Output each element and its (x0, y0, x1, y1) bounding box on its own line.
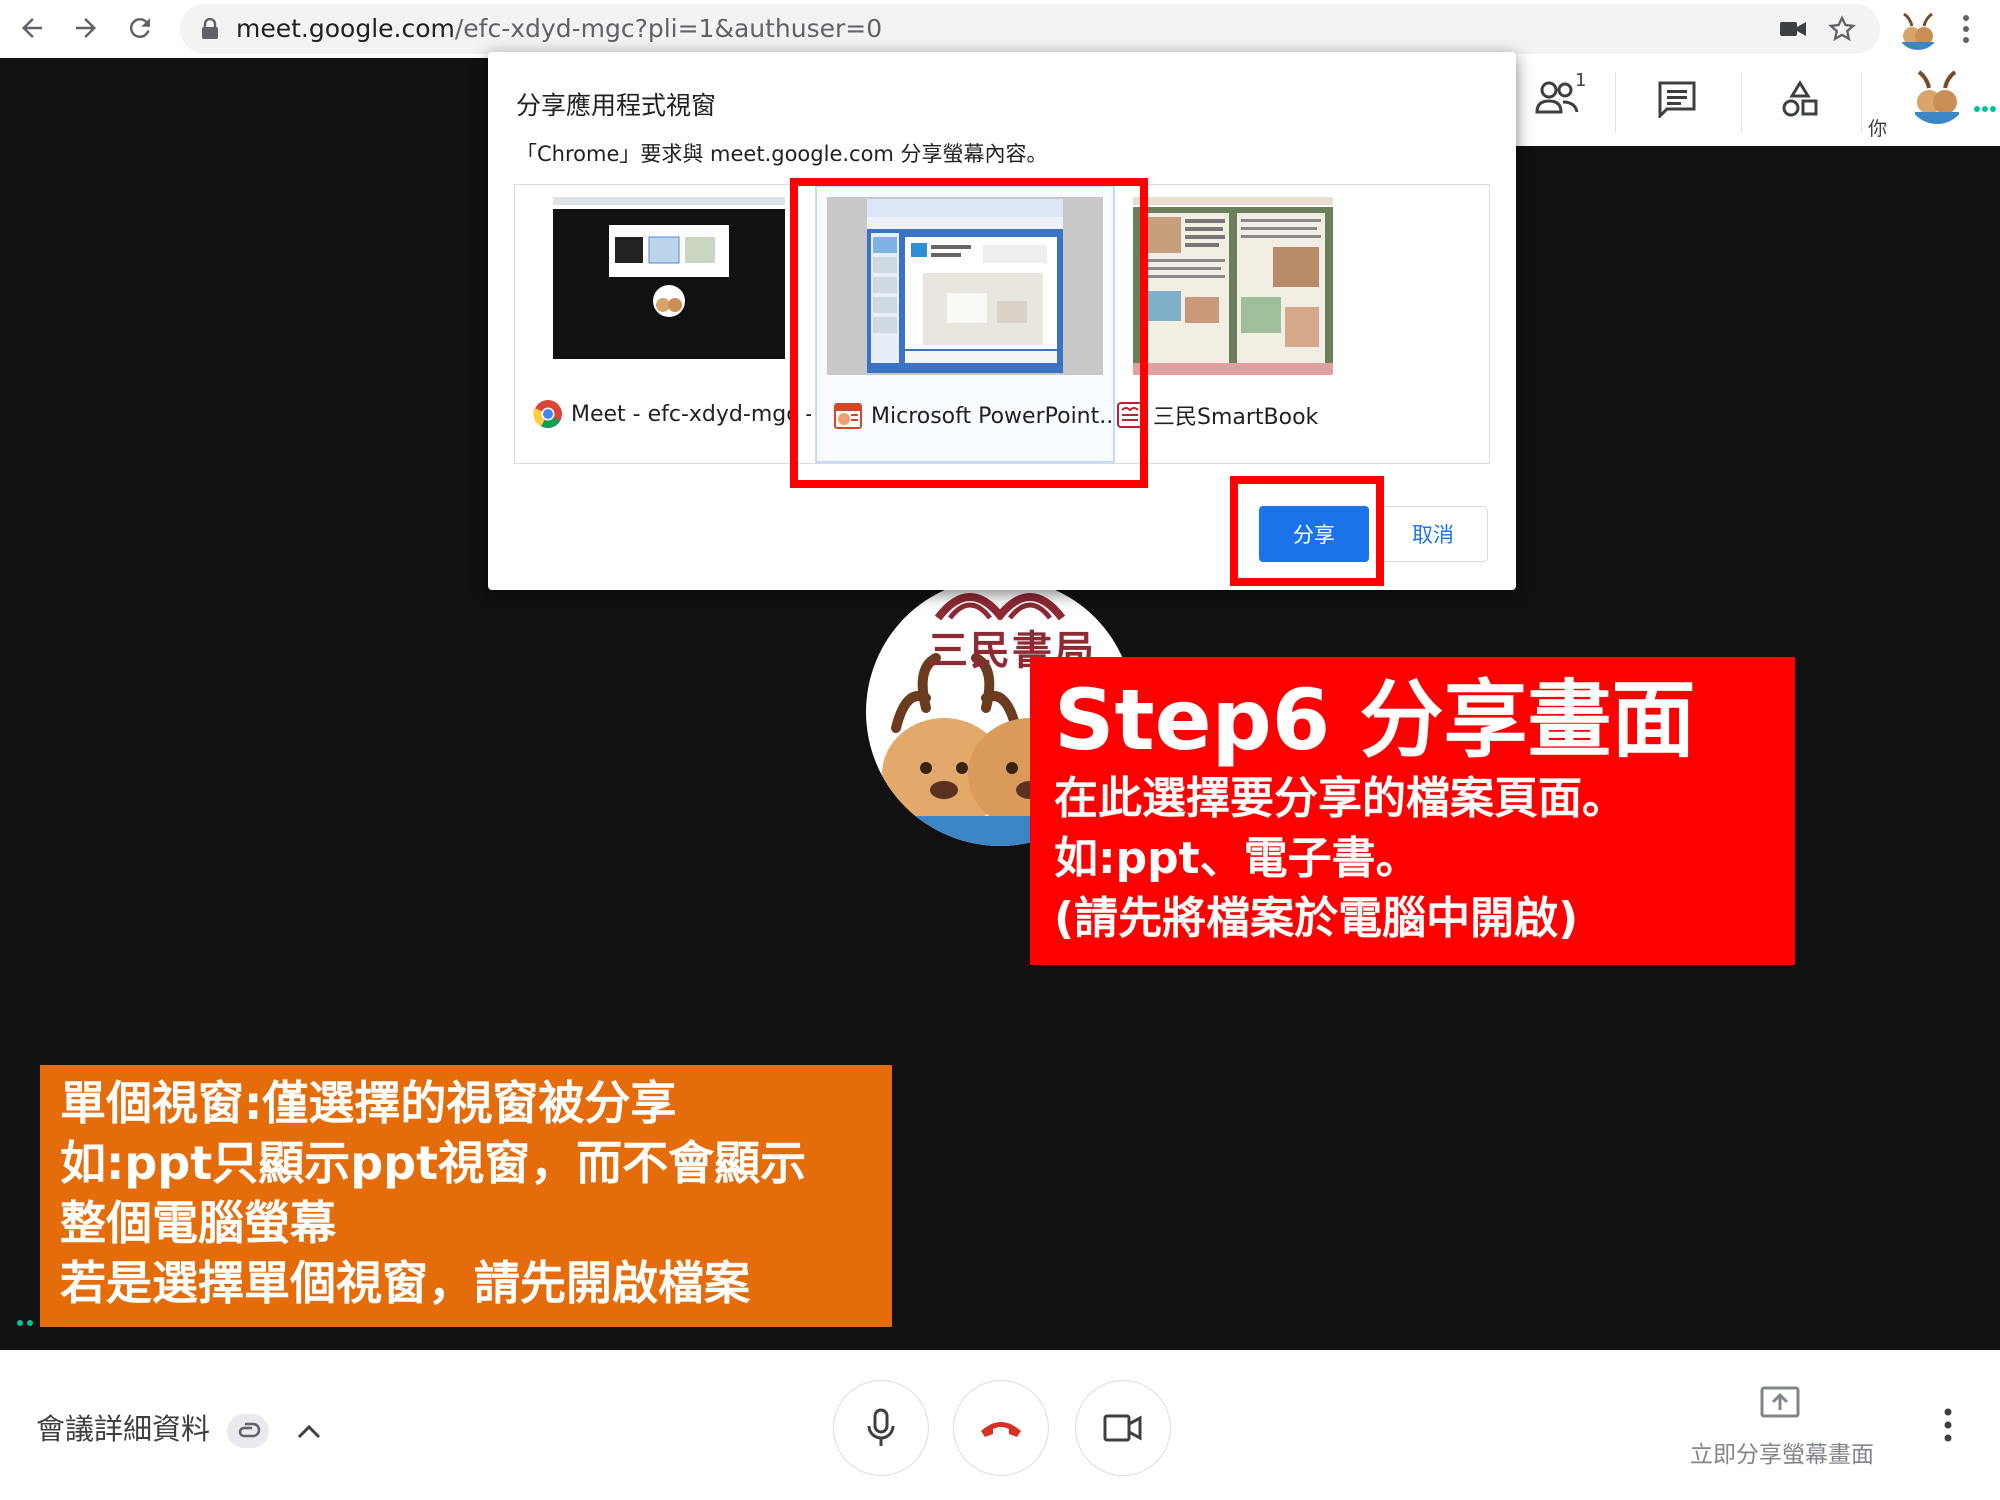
attachment-icon (227, 1414, 270, 1448)
microphone-button[interactable] (833, 1380, 929, 1476)
window-option-meet[interactable]: Meet - efc-xdyd-mgc - (515, 185, 815, 463)
meeting-details-label: 會議詳細資料 (36, 1412, 211, 1446)
step-line: 如:ppt、電子書。 (1054, 833, 1420, 884)
meeting-details-button[interactable]: 會議詳細資料 (36, 1406, 322, 1448)
present-screen-icon[interactable] (1760, 1386, 1800, 1424)
step-line: (請先將檔案於電腦中開啟) (1054, 893, 1579, 944)
window-label: 三民SmartBook (1115, 399, 1393, 431)
hang-up-button[interactable] (953, 1380, 1049, 1476)
chrome-icon (533, 400, 562, 429)
microphone-icon (867, 1408, 895, 1446)
audio-indicator (16, 1312, 36, 1331)
info-line: 若是選擇單個視窗，請先開啟檔案 (60, 1256, 750, 1310)
window-option-smartbook[interactable]: 三民SmartBook (1115, 185, 1415, 463)
highlight-selected-window (790, 178, 1148, 488)
info-line: 如:ppt只顯示ppt視窗，而不會顯示 (60, 1136, 807, 1190)
step-line: 在此選擇要分享的檔案頁面。 (1054, 773, 1626, 824)
url-text: meet.google.com/efc-xdyd-mgc?pli=1&authu… (236, 14, 883, 43)
participants-count: 1 (1575, 70, 1587, 91)
window-label: Meet - efc-xdyd-mgc - (533, 399, 811, 429)
meet-top-toolbar: 1 你 (1515, 58, 2000, 146)
activities-icon[interactable] (1781, 80, 1819, 122)
forward-icon[interactable] (66, 8, 106, 48)
profile-avatar[interactable] (1896, 6, 1940, 50)
window-thumbnail (553, 197, 785, 375)
bookmark-star-icon[interactable] (1828, 15, 1856, 43)
self-avatar[interactable] (1907, 64, 1967, 124)
chevron-up-icon[interactable] (296, 1422, 322, 1440)
dialog-subtitle: 「Chrome」要求與 meet.google.com 分享螢幕內容。 (516, 142, 1048, 166)
info-line: 整個電腦螢幕 (60, 1196, 336, 1250)
step-title: Step6 分享畫面 (1054, 671, 1696, 769)
dialog-title: 分享應用程式視窗 (516, 91, 717, 120)
meet-bottom-bar: 會議詳細資料 立即分享螢幕畫面 (0, 1350, 2000, 1500)
self-audio-indicator (1973, 98, 1997, 117)
info-callout: 單個視窗:僅選擇的視窗被分享 如:ppt只顯示ppt視窗，而不會顯示 整個電腦螢… (40, 1065, 892, 1327)
chat-icon[interactable] (1657, 80, 1697, 122)
lock-icon (202, 18, 218, 39)
participants-icon[interactable]: 1 (1535, 70, 1586, 122)
hang-up-icon (981, 1422, 1021, 1437)
browser-menu-icon[interactable] (1962, 14, 1970, 48)
you-label: 你 (1868, 118, 1888, 140)
more-options-icon[interactable] (1944, 1408, 1952, 1446)
reload-icon[interactable] (120, 8, 160, 48)
present-screen-label[interactable]: 立即分享螢幕畫面 (1690, 1435, 1874, 1469)
highlight-share-button (1230, 476, 1384, 586)
camera-button[interactable] (1075, 1380, 1171, 1476)
camera-icon (1103, 1414, 1142, 1442)
window-thumbnail (1133, 197, 1333, 375)
address-bar[interactable]: meet.google.com/efc-xdyd-mgc?pli=1&authu… (180, 4, 1880, 54)
step-callout: Step6 分享畫面 在此選擇要分享的檔案頁面。 如:ppt、電子書。 (請先將… (1030, 657, 1795, 965)
cancel-button[interactable]: 取消 (1378, 506, 1488, 562)
back-icon[interactable] (12, 8, 52, 48)
info-line: 單個視窗:僅選擇的視窗被分享 (60, 1076, 677, 1130)
camera-in-use-icon[interactable] (1780, 20, 1806, 38)
browser-toolbar: meet.google.com/efc-xdyd-mgc?pli=1&authu… (0, 0, 2000, 58)
